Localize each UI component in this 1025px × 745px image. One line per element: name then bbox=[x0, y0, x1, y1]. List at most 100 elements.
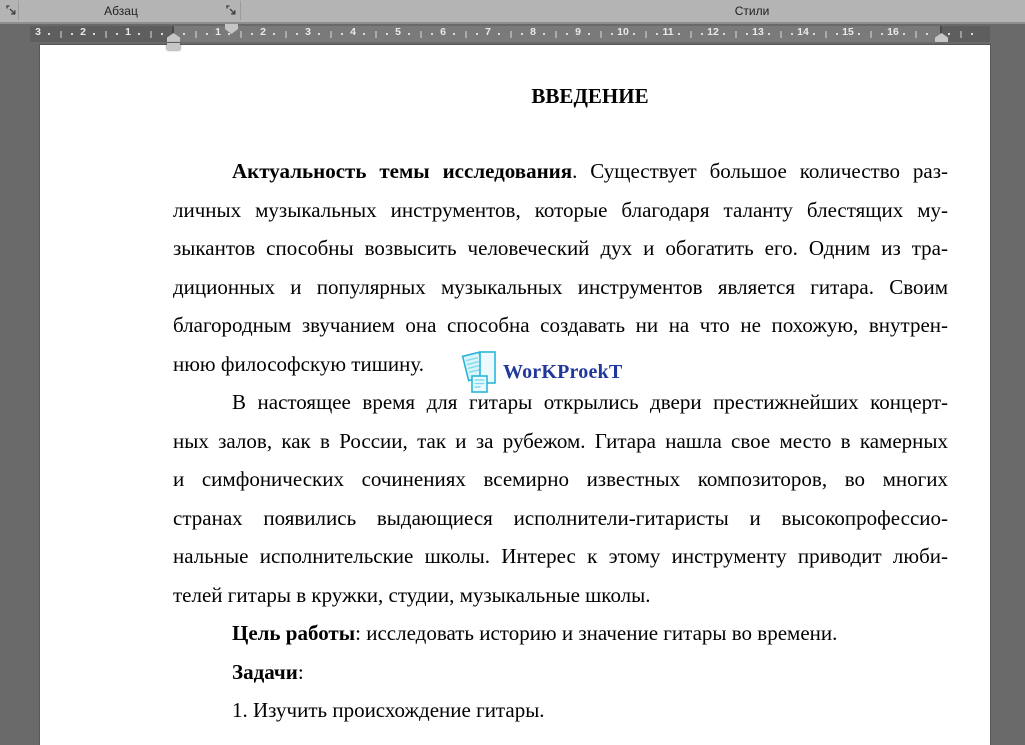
text-line[interactable]: личных музыкальных инструментов, которые… bbox=[173, 191, 948, 230]
ruler-number: 3 bbox=[35, 26, 41, 42]
ruler-tick bbox=[465, 31, 466, 38]
ruler-tick bbox=[498, 33, 500, 35]
ruler-tick bbox=[735, 31, 736, 38]
document-title[interactable]: ВВЕДЕНИЕ bbox=[173, 83, 948, 109]
ruler-tick bbox=[656, 33, 658, 35]
ruler-tick bbox=[543, 33, 545, 35]
ribbon-group-label-styles: Стили bbox=[602, 0, 902, 22]
ruler-tick bbox=[971, 33, 973, 35]
ruler-tick bbox=[431, 33, 433, 35]
text-line[interactable]: Задачи: bbox=[173, 653, 948, 692]
ruler-number: 16 bbox=[887, 26, 899, 42]
ruler-tick bbox=[926, 33, 928, 35]
ruler-tick bbox=[858, 33, 860, 35]
ruler-number: 13 bbox=[752, 26, 764, 42]
text-line[interactable]: 1. Изучить происхождение гитары. bbox=[173, 691, 948, 730]
ruler-tick bbox=[296, 33, 298, 35]
ruler-tick bbox=[600, 31, 601, 38]
ruler-tick bbox=[330, 31, 331, 38]
text-run: нальные исполнительские школы. Интерес к… bbox=[173, 544, 948, 568]
ruler-tick bbox=[195, 31, 196, 38]
ruler-tick bbox=[71, 33, 73, 35]
ruler-tick bbox=[183, 33, 185, 35]
ruler-number: 3 bbox=[305, 26, 311, 42]
workproekt-logo[interactable]: WorKProekT bbox=[461, 349, 622, 395]
ruler-tick bbox=[93, 33, 95, 35]
ruler-tick bbox=[408, 33, 410, 35]
text-run: диционных и популярных музыкальных инстр… bbox=[173, 275, 948, 299]
ruler-number: 1 bbox=[125, 26, 131, 42]
ruler-number: 15 bbox=[842, 26, 854, 42]
ruler-tick bbox=[903, 33, 905, 35]
ribbon-strip: Абзац Стили bbox=[0, 0, 1025, 24]
text-run: 1. Изучить происхождение гитары. bbox=[232, 698, 545, 722]
text-run: : bbox=[298, 660, 304, 684]
ruler-tick bbox=[161, 33, 163, 35]
text-line[interactable]: телей гитары в кружки, студии, музыкальн… bbox=[173, 576, 948, 615]
ruler-number: 9 bbox=[575, 26, 581, 42]
dialog-launcher-paragraph-icon[interactable] bbox=[225, 4, 239, 18]
text-run: странах появились выдающиеся исполнители… bbox=[173, 506, 948, 530]
ruler-tick bbox=[723, 33, 725, 35]
text-line[interactable]: и симфонических сочинениях всемирно изве… bbox=[173, 460, 948, 499]
ruler-number: 12 bbox=[707, 26, 719, 42]
text-run: благородным звучанием она способна созда… bbox=[173, 313, 948, 337]
ruler-tick bbox=[633, 33, 635, 35]
ruler-number: 14 bbox=[797, 26, 809, 42]
ruler-tick bbox=[251, 33, 253, 35]
ruler-tick bbox=[138, 33, 140, 35]
documents-icon bbox=[461, 349, 501, 395]
ruler-tick bbox=[825, 31, 826, 38]
ruler-tick bbox=[555, 31, 556, 38]
ruler-tick bbox=[116, 33, 118, 35]
ruler-number: 10 bbox=[617, 26, 629, 42]
ruler[interactable]: 12345678910111213141516123 bbox=[30, 26, 990, 42]
ruler-tick bbox=[611, 33, 613, 35]
ruler-number: 1 bbox=[215, 26, 221, 42]
dialog-launcher-font-icon[interactable] bbox=[5, 4, 19, 18]
ruler-tick bbox=[476, 33, 478, 35]
text-line[interactable]: Актуальность темы исследования. Существу… bbox=[173, 152, 948, 191]
ruler-tick bbox=[701, 33, 703, 35]
ruler-tick bbox=[510, 31, 511, 38]
ruler-number: 11 bbox=[662, 26, 673, 42]
ruler-tick bbox=[746, 33, 748, 35]
ruler-tick bbox=[588, 33, 590, 35]
ruler-tick bbox=[105, 31, 106, 38]
document-page[interactable]: ВВЕДЕНИЕ Актуальность темы исследования.… bbox=[40, 45, 990, 745]
text-line[interactable]: ных залов, как в России, так и за рубежо… bbox=[173, 422, 948, 461]
ruler-tick bbox=[228, 33, 230, 35]
document-body: Актуальность темы исследования. Существу… bbox=[173, 152, 948, 730]
text-line[interactable]: нальные исполнительские школы. Интерес к… bbox=[173, 537, 948, 576]
ruler-tick bbox=[948, 33, 950, 35]
text-run: зыкантов способны возвысить человеческий… bbox=[173, 236, 948, 260]
text-line[interactable]: благородным звучанием она способна созда… bbox=[173, 306, 948, 345]
ruler-tick bbox=[645, 31, 646, 38]
left-indent-marker[interactable] bbox=[167, 43, 180, 50]
ruler-tick bbox=[690, 31, 691, 38]
ruler-tick bbox=[240, 31, 241, 38]
ruler-tick bbox=[375, 31, 376, 38]
ruler-tick bbox=[48, 33, 50, 35]
ruler-number: 2 bbox=[260, 26, 266, 42]
text-line[interactable]: зыкантов способны возвысить человеческий… bbox=[173, 229, 948, 268]
ruler-tick bbox=[960, 31, 961, 38]
ruler-tick bbox=[836, 33, 838, 35]
text-line[interactable]: Цель работы: исследовать историю и значе… bbox=[173, 614, 948, 653]
ruler-number: 8 bbox=[530, 26, 536, 42]
text-line[interactable]: диционных и популярных музыкальных инстр… bbox=[173, 268, 948, 307]
ruler-tick bbox=[678, 33, 680, 35]
ruler-tick bbox=[780, 31, 781, 38]
text-run: нюю философскую тишину. bbox=[173, 352, 424, 376]
ruler-number: 4 bbox=[350, 26, 356, 42]
ruler-number: 5 bbox=[395, 26, 401, 42]
text-run: личных музыкальных инструментов, которые… bbox=[173, 198, 948, 222]
text-line[interactable]: странах появились выдающиеся исполнители… bbox=[173, 499, 948, 538]
logo-text: WorKProekT bbox=[503, 361, 622, 384]
ruler-number: 6 bbox=[440, 26, 446, 42]
group-separator bbox=[240, 1, 241, 20]
ruler-tick bbox=[791, 33, 793, 35]
ruler-tick bbox=[768, 33, 770, 35]
ruler-number: 2 bbox=[80, 26, 86, 42]
ruler-tick bbox=[453, 33, 455, 35]
